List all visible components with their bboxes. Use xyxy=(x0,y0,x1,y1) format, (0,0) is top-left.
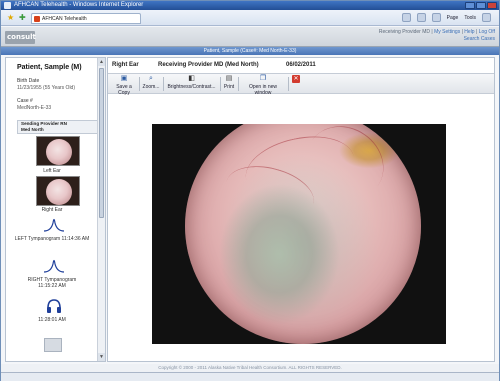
document-attachment-icon[interactable] xyxy=(44,338,62,352)
favorites-star-icon[interactable]: ★ xyxy=(7,13,14,22)
header-separator: | xyxy=(461,29,463,35)
case-title-bar: Patient, Sample (Case#: Med North-E-33) xyxy=(1,47,499,55)
sending-provider-box: Sending Provider RN Med North xyxy=(17,120,99,134)
new-window-icon: ❐ xyxy=(259,75,267,82)
case-number-value: MedNorth-E-33 xyxy=(17,105,52,111)
sending-provider-value: Med North xyxy=(21,127,44,132)
right-tympanogram-label: RIGHT Tympanogram 11:15:22 AM xyxy=(27,277,77,289)
right-tympanogram-icon[interactable] xyxy=(43,256,65,274)
printer-icon: ▤ xyxy=(225,75,233,82)
scroll-down-icon[interactable]: ▼ xyxy=(98,353,105,361)
help-link[interactable]: Help xyxy=(464,29,474,35)
sidebar-scrollbar[interactable]: ▲ ▼ xyxy=(97,58,105,361)
headphones-audio-icon[interactable] xyxy=(46,298,62,314)
zoom-label: Zoom... xyxy=(142,84,160,90)
scrollbar-thumb[interactable] xyxy=(99,68,104,218)
save-copy-label: Save a Copy xyxy=(116,84,132,96)
brightness-icon: ◧ xyxy=(188,75,195,82)
tools-menu[interactable]: Tools xyxy=(464,15,476,21)
add-favorite-icon[interactable]: ✚ xyxy=(19,13,26,22)
minimize-button[interactable] xyxy=(465,2,475,9)
open-new-window-label: Open in new window xyxy=(248,84,278,96)
toolbar-separator xyxy=(238,77,239,91)
magnifier-icon: ⌕ xyxy=(149,75,153,82)
ie-app-icon xyxy=(4,2,11,9)
browser-tab-label: AFHCAN Telehealth xyxy=(42,16,87,22)
right-ear-label: Right Ear xyxy=(41,207,63,213)
close-icon: ✕ xyxy=(292,75,300,83)
left-ear-label: Left Ear xyxy=(43,168,61,174)
browser-tab[interactable]: AFHCAN Telehealth xyxy=(31,13,141,24)
close-window-button[interactable] xyxy=(487,2,497,9)
image-ear-label: Right Ear xyxy=(112,62,139,68)
page-menu[interactable]: Page xyxy=(447,15,459,21)
copyright-footer: Copyright © 2000 - 2011 Alaska Native Tr… xyxy=(1,364,499,372)
header-links: Receiving Provider MD | My Settings | He… xyxy=(379,29,495,43)
image-provider-label: Receiving Provider MD (Med North) xyxy=(158,62,259,68)
audio-timestamp-label: 11:28:01 AM xyxy=(38,317,66,323)
toolbar-separator xyxy=(163,77,164,91)
home-icon[interactable] xyxy=(401,13,411,22)
open-new-window-button[interactable]: ❐ Open in new window xyxy=(240,75,286,96)
image-header: Right Ear Receiving Provider MD (Med Nor… xyxy=(108,58,494,72)
otoscope-image xyxy=(185,124,421,344)
left-tympanogram-icon[interactable] xyxy=(43,215,65,233)
brightness-contrast-button[interactable]: ◧ Brightness/Contrast... xyxy=(165,75,218,93)
search-cases-link[interactable]: Search Cases xyxy=(464,36,495,42)
patient-name: Patient, Sample (M) xyxy=(17,64,82,71)
app-header: consult Receiving Provider MD | My Setti… xyxy=(1,27,499,47)
print-button[interactable]: ▤ Print xyxy=(222,75,236,93)
case-number-label: Case # xyxy=(17,98,33,104)
zoom-button[interactable]: ⌕ Zoom... xyxy=(141,75,161,93)
print-icon[interactable] xyxy=(431,13,441,22)
image-toolbar: ▣ Save a Copy ⌕ Zoom... ◧ Brightness/Con… xyxy=(108,73,494,96)
toolbar-separator xyxy=(220,77,221,91)
my-settings-link[interactable]: My Settings xyxy=(434,29,460,35)
otoscope-image-viewer[interactable] xyxy=(152,124,446,344)
log-off-link[interactable]: Log Off xyxy=(479,29,495,35)
left-ear-thumbnail[interactable] xyxy=(36,136,80,166)
site-favicon-icon xyxy=(34,16,40,22)
header-separator: | xyxy=(431,29,433,35)
browser-status-bar xyxy=(1,372,499,381)
birth-date-value: 11/23/1955 (55 Years Old) xyxy=(17,85,76,91)
header-separator: | xyxy=(475,29,478,35)
browser-window: AFHCAN Telehealth - Windows Internet Exp… xyxy=(0,0,500,381)
window-title: AFHCAN Telehealth - Windows Internet Exp… xyxy=(14,2,144,8)
browser-toolbar: ★ ✚ AFHCAN Telehealth Page Tools xyxy=(1,10,499,26)
toolbar-separator xyxy=(139,77,140,91)
brightness-label: Brightness/Contrast... xyxy=(167,84,216,90)
maximize-button[interactable] xyxy=(476,2,486,9)
floppy-disk-icon: ▣ xyxy=(120,75,128,82)
window-titlebar: AFHCAN Telehealth - Windows Internet Exp… xyxy=(1,1,499,10)
feeds-icon[interactable] xyxy=(416,13,426,22)
header-user: Receiving Provider MD xyxy=(378,29,430,35)
scroll-up-icon[interactable]: ▲ xyxy=(98,58,105,66)
case-sidebar: Patient, Sample (M) Birth Date 11/23/195… xyxy=(5,57,106,362)
birth-date-label: Birth Date xyxy=(17,78,40,84)
save-copy-button[interactable]: ▣ Save a Copy xyxy=(111,75,137,96)
image-date-label: 06/02/2011 xyxy=(286,62,316,68)
left-tympanogram-label: LEFT Tympanogram 11:14:36 AM xyxy=(14,236,90,242)
consult-logo: consult xyxy=(5,31,36,44)
help-icon[interactable] xyxy=(482,13,491,22)
right-ear-thumbnail[interactable] xyxy=(36,176,80,206)
close-image-button[interactable]: ✕ xyxy=(291,75,301,93)
image-panel: Right Ear Receiving Provider MD (Med Nor… xyxy=(107,57,495,362)
print-label: Print xyxy=(223,84,235,90)
toolbar-separator xyxy=(288,77,289,91)
